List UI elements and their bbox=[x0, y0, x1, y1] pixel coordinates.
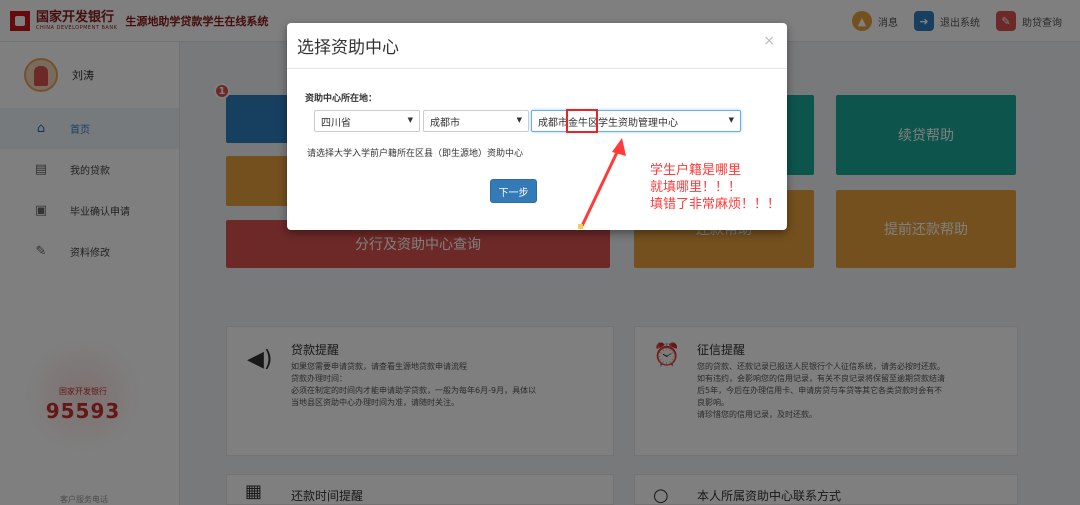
arrow-head bbox=[612, 138, 626, 156]
arrow-tail bbox=[578, 224, 583, 229]
annotation-line: 就填哪里！！！ bbox=[650, 180, 742, 195]
annotation-text: 学生户籍是哪里 就填哪里！！！ 填错了非常麻烦！！！ bbox=[650, 162, 780, 213]
arrow-shaft bbox=[580, 145, 622, 227]
annotation-arrow bbox=[578, 138, 626, 229]
annotation-line: 学生户籍是哪里 bbox=[650, 163, 742, 178]
annotation-line: 填错了非常麻烦！！！ bbox=[650, 197, 781, 212]
